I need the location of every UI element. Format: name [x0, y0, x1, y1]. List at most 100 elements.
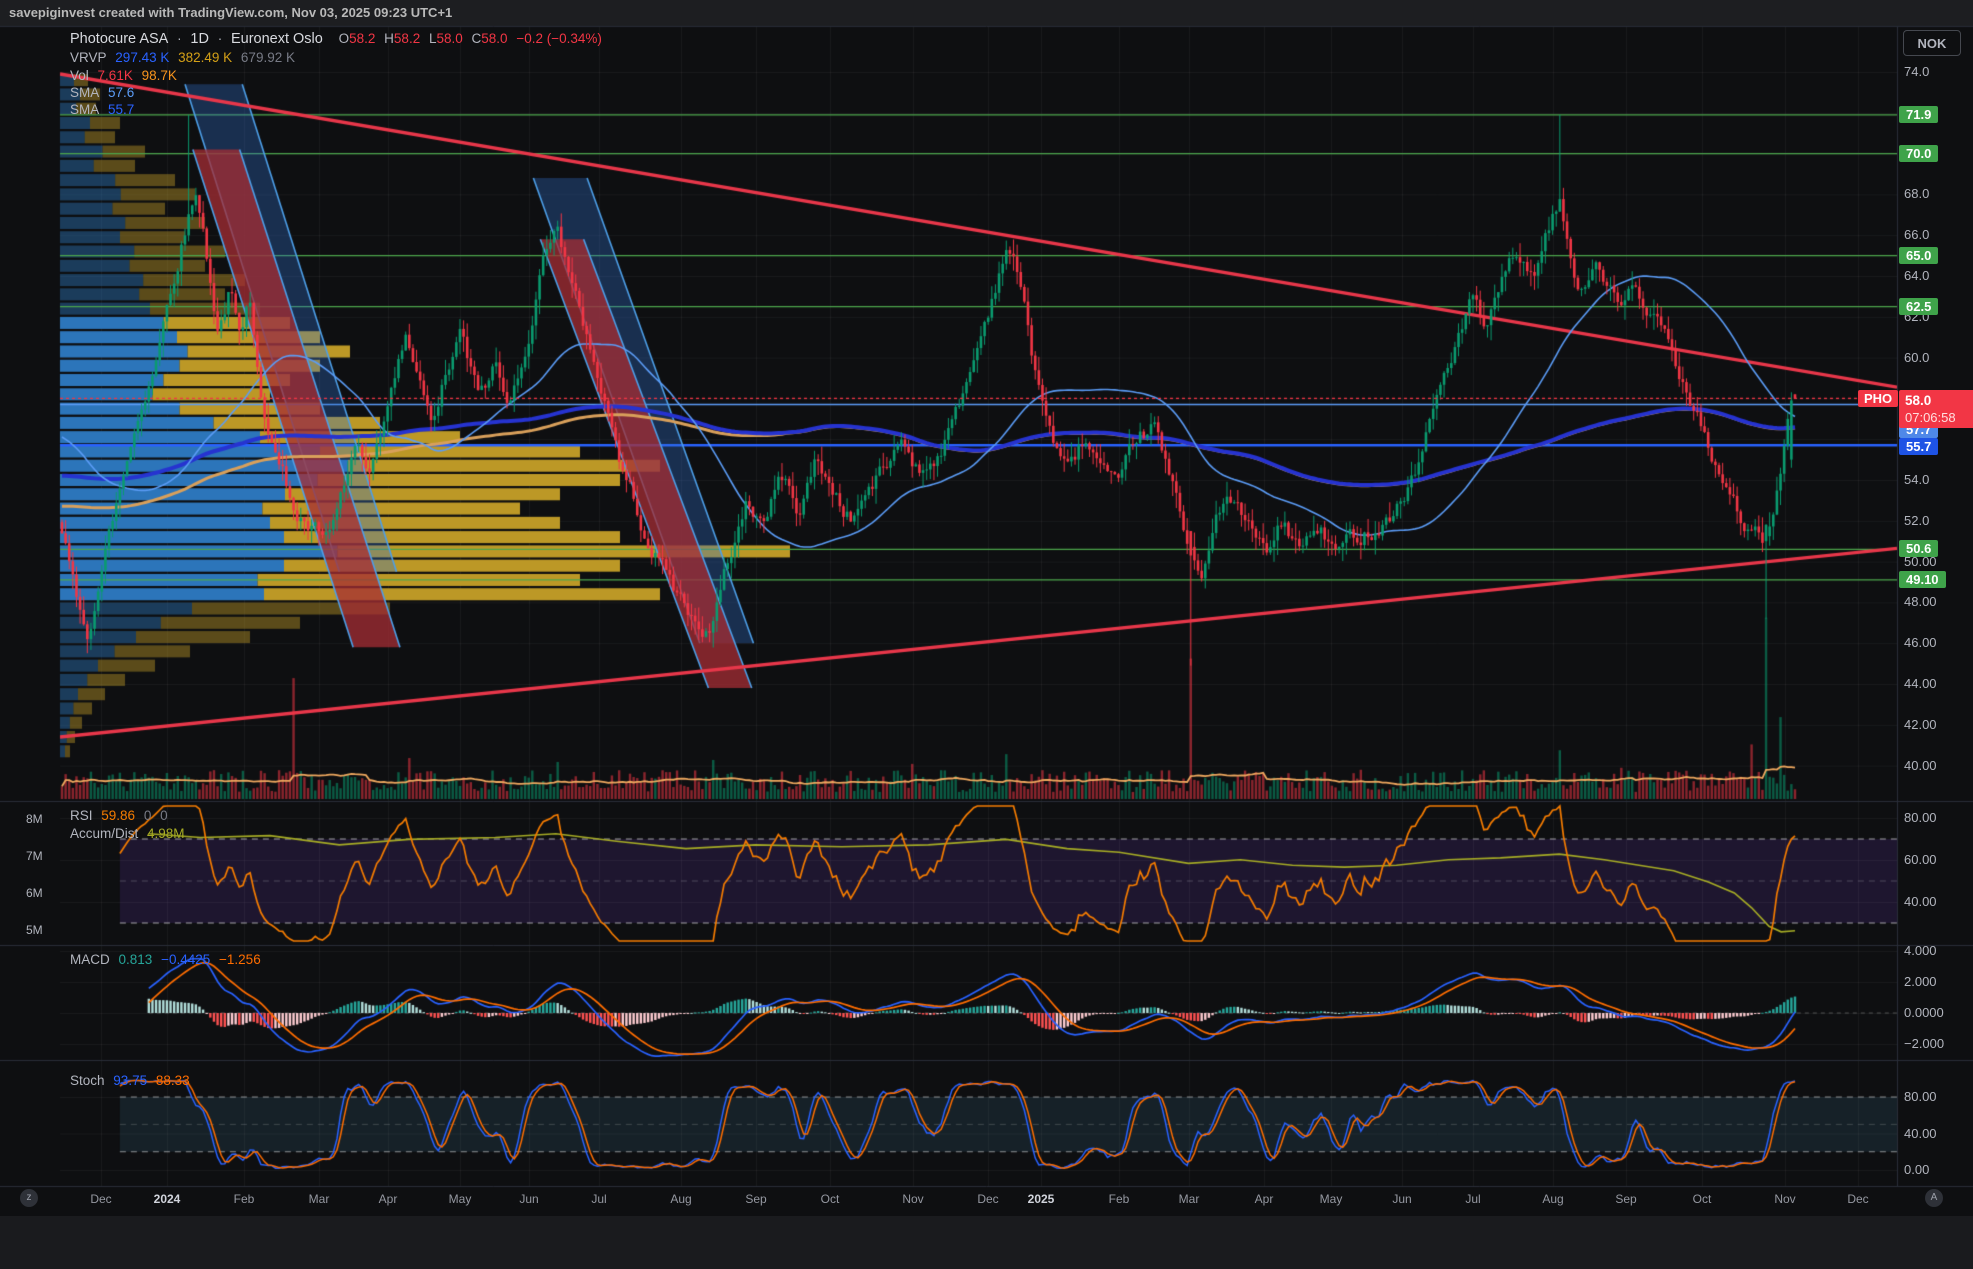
ohlc-open-label: O	[339, 31, 350, 46]
price-level-label: 50.6	[1899, 540, 1938, 557]
time-axis-label: Oct	[1693, 1192, 1712, 1206]
time-axis-label: Sep	[745, 1192, 766, 1206]
price-level-label: 70.0	[1899, 145, 1938, 162]
symbol-title: Photocure ASA	[70, 31, 168, 47]
vrvp-sell-value: 382.49 K	[178, 50, 232, 65]
ohlc-low-value: 58.0	[436, 31, 462, 46]
rsi-extra2: 0	[160, 808, 168, 823]
ohlc-close-value: 58.0	[481, 31, 507, 46]
sma-slow-value: 55.7	[108, 102, 134, 117]
accdist-axis-tick: 7M	[26, 849, 58, 863]
chart-canvas[interactable]	[0, 0, 1973, 1269]
symbol-exchange: Euronext Oslo	[231, 31, 323, 47]
time-axis-label: Dec	[90, 1192, 111, 1206]
accdist-value: 4.98M	[147, 826, 185, 841]
legend-sep: ·	[218, 31, 223, 46]
price-level-label: 62.5	[1899, 298, 1938, 315]
ma-value-label: 55.7	[1899, 438, 1938, 455]
price-level-label: 65.0	[1899, 247, 1938, 264]
accdist-legend-row[interactable]: Accum/Dist 4.98M	[70, 826, 185, 841]
rsi-axis-tick: 80.00	[1904, 810, 1937, 826]
time-axis-label: Aug	[670, 1192, 691, 1206]
current-price-countdown: 07:06:58	[1905, 409, 1972, 426]
rsi-axis-tick: 40.00	[1904, 894, 1937, 910]
sma-fast-legend-row[interactable]: SMA 57.6	[70, 85, 134, 100]
accdist-axis-tick: 5M	[26, 923, 58, 937]
accdist-label: Accum/Dist	[70, 826, 138, 841]
stoch-axis-tick: 0.00	[1904, 1162, 1929, 1178]
symbol-legend-row[interactable]: Photocure ASA · 1D · Euronext Oslo O58.2…	[70, 31, 602, 47]
time-axis-label: Apr	[1255, 1192, 1274, 1206]
price-level-label: 71.9	[1899, 106, 1938, 123]
macd-legend-row[interactable]: MACD 0.813 −0.4425 −1.256	[70, 952, 261, 967]
time-axis-label: Feb	[234, 1192, 255, 1206]
rsi-label: RSI	[70, 808, 93, 823]
time-axis-label: Nov	[1774, 1192, 1795, 1206]
price-axis-tick: 46.00	[1904, 635, 1937, 651]
vrvp-legend-row[interactable]: VRVP 297.43 K 382.49 K 679.92 K	[70, 50, 295, 65]
vrvp-buy-value: 297.43 K	[115, 50, 169, 65]
volume-label: Vol	[70, 68, 89, 83]
macd-axis-tick: 0.0000	[1904, 1005, 1944, 1021]
symbol-interval[interactable]: 1D	[190, 31, 209, 47]
price-axis-tick: 40.00	[1904, 758, 1937, 774]
time-axis-label: Dec	[977, 1192, 998, 1206]
price-axis-tick: 52.0	[1904, 513, 1929, 529]
macd-axis-tick: 4.000	[1904, 943, 1937, 959]
time-axis-label: Mar	[309, 1192, 330, 1206]
accdist-axis-tick: 6M	[26, 886, 58, 900]
time-axis-label: Apr	[379, 1192, 398, 1206]
time-axis-label: Dec	[1847, 1192, 1868, 1206]
time-axis-label: May	[449, 1192, 472, 1206]
macd-line-value: −0.4425	[161, 952, 210, 967]
symbol-price-flag: PHO	[1858, 390, 1898, 407]
scroll-left-badge[interactable]: z	[20, 1189, 38, 1207]
time-axis-label: Jun	[519, 1192, 538, 1206]
vrvp-label: VRVP	[70, 50, 107, 65]
sma-slow-label: SMA	[70, 102, 99, 117]
time-axis-label: Jul	[1465, 1192, 1480, 1206]
time-axis-label: Jun	[1392, 1192, 1411, 1206]
price-axis-tick: 42.00	[1904, 717, 1937, 733]
scroll-right-badge[interactable]: A	[1925, 1189, 1943, 1207]
stoch-k-value: 93.75	[113, 1073, 147, 1088]
rsi-axis-tick: 60.00	[1904, 852, 1937, 868]
volume-legend-row[interactable]: Vol 7.61K 98.7K	[70, 68, 177, 83]
current-price-value: 58.0	[1905, 392, 1972, 409]
time-axis-label: Oct	[821, 1192, 840, 1206]
stoch-axis-tick: 40.00	[1904, 1126, 1937, 1142]
time-axis-label: 2024	[154, 1192, 181, 1206]
time-axis-label: Aug	[1542, 1192, 1563, 1206]
price-axis-tick: 44.00	[1904, 676, 1937, 692]
ohlc-open-value: 58.2	[349, 31, 375, 46]
macd-axis-tick: −2.000	[1904, 1036, 1944, 1052]
ohlc-high-value: 58.2	[394, 31, 420, 46]
price-axis-tick: 66.0	[1904, 227, 1929, 243]
rsi-extra1: 0	[144, 808, 152, 823]
accdist-axis-tick: 8M	[26, 812, 58, 826]
footer-bar: TradingView	[0, 1216, 1973, 1269]
sma-slow-legend-row[interactable]: SMA 55.7	[70, 102, 134, 117]
price-level-label: 49.10	[1899, 571, 1946, 588]
sma-fast-label: SMA	[70, 85, 99, 100]
vrvp-total-value: 679.92 K	[241, 50, 295, 65]
stoch-legend-row[interactable]: Stoch 93.75 88.33	[70, 1073, 190, 1088]
macd-label: MACD	[70, 952, 110, 967]
current-price-label: 58.007:06:58	[1899, 390, 1973, 428]
price-axis-tick: 64.0	[1904, 268, 1929, 284]
currency-button[interactable]: NOK	[1903, 30, 1961, 56]
time-axis-label: Nov	[902, 1192, 923, 1206]
stoch-label: Stoch	[70, 1073, 105, 1088]
ohlc-high-label: H	[384, 31, 394, 46]
sma-fast-value: 57.6	[108, 85, 134, 100]
rsi-legend-row[interactable]: RSI 59.86 0 0	[70, 808, 168, 823]
time-axis-label: Mar	[1179, 1192, 1200, 1206]
ohlc-close-label: C	[472, 31, 482, 46]
tradingview-chart-page: savepiginvest created with TradingView.c…	[0, 0, 1973, 1269]
price-axis-tick: 74.0	[1904, 64, 1929, 80]
macd-signal-value: −1.256	[219, 952, 261, 967]
time-axis-label: May	[1320, 1192, 1343, 1206]
macd-axis-tick: 2.000	[1904, 974, 1937, 990]
change-value: −0.2 (−0.34%)	[516, 31, 602, 46]
legend-sep: ·	[177, 31, 182, 46]
